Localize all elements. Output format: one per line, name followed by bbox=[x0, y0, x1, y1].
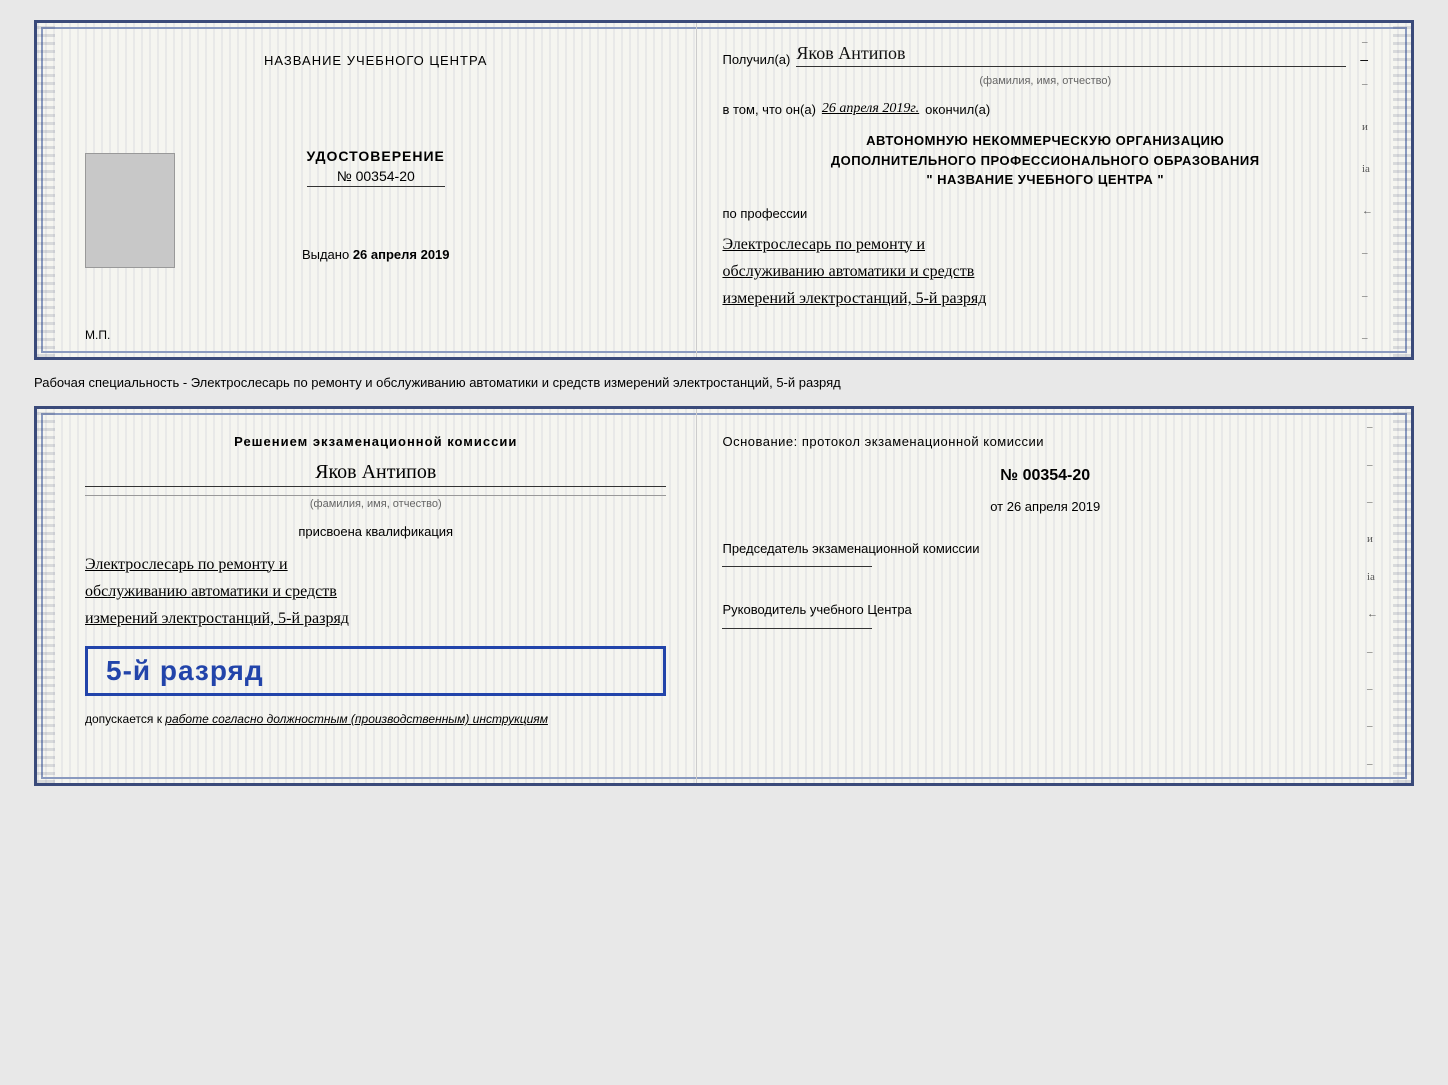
btick-9: – bbox=[1367, 720, 1378, 732]
qualification-text: Электрослесарь по ремонту и обслуживанию… bbox=[85, 551, 666, 633]
udost-label: УДОСТОВЕРЕНИЕ bbox=[307, 148, 445, 164]
btick-2: – bbox=[1367, 459, 1378, 471]
rukovoditel-signature-line bbox=[722, 628, 872, 629]
po-professii-label: по профессии bbox=[722, 206, 1368, 221]
predsedatel-block: Председатель экзаменационной комиссии bbox=[722, 539, 1368, 576]
left-hatch bbox=[37, 23, 55, 357]
left-hatch-bottom bbox=[37, 409, 55, 783]
btick-10: – bbox=[1367, 758, 1378, 770]
tick-6: – bbox=[1362, 247, 1373, 259]
photo-placeholder bbox=[85, 153, 175, 268]
vtom-line: в том, что он(а) 26 апреля 2019г. окончи… bbox=[722, 101, 1368, 117]
dopuskaetsya-prefix: допускается к bbox=[85, 712, 162, 726]
cert-number-top: № 00354-20 bbox=[307, 168, 445, 187]
issued-line: Выдано 26 апреля 2019 bbox=[302, 247, 450, 262]
prisvoyena-label: присвоена квалификация bbox=[85, 524, 666, 539]
btick-3: – bbox=[1367, 496, 1378, 508]
razryad-badge: 5-й разряд bbox=[85, 646, 666, 696]
fio-sub-bottom: (фамилия, имя, отчество) bbox=[85, 495, 666, 510]
btick-1: – bbox=[1367, 421, 1378, 433]
predsedatel-signature-line bbox=[722, 566, 872, 567]
btick-6: ← bbox=[1367, 608, 1378, 620]
middle-text: Рабочая специальность - Электрослесарь п… bbox=[34, 368, 1414, 398]
right-hatch-top bbox=[1393, 23, 1411, 357]
dopuskaetsya-italic: работе согласно должностным (производств… bbox=[165, 712, 548, 726]
vtom-prefix: в том, что он(а) bbox=[722, 102, 815, 117]
org-block: АВТОНОМНУЮ НЕКОММЕРЧЕСКУЮ ОРГАНИЗАЦИЮ ДО… bbox=[722, 131, 1368, 190]
tick-2: – bbox=[1362, 78, 1373, 90]
ot-date: 26 апреля 2019 bbox=[1007, 499, 1101, 514]
cert-top-left: НАЗВАНИЕ УЧЕБНОГО ЦЕНТРА УДОСТОВЕРЕНИЕ №… bbox=[55, 23, 697, 357]
udost-block: УДОСТОВЕРЕНИЕ № 00354-20 bbox=[307, 148, 445, 187]
cert-bottom: Решением экзаменационной комиссии Яков А… bbox=[34, 406, 1414, 786]
tick-7: – bbox=[1362, 290, 1373, 302]
recipient-name-top: Яков Антипов bbox=[796, 43, 1346, 67]
poluchil-label: Получил(а) bbox=[722, 52, 790, 67]
tick-8: – bbox=[1362, 332, 1373, 344]
btick-7: – bbox=[1367, 646, 1378, 658]
yakov-name-bottom: Яков Антипов bbox=[85, 461, 666, 487]
poluchil-sub: (фамилия, имя, отчество) bbox=[722, 75, 1368, 87]
rukovoditel-block: Руководитель учебного Центра bbox=[722, 600, 1368, 637]
document-container: НАЗВАНИЕ УЧЕБНОГО ЦЕНТРА УДОСТОВЕРЕНИЕ №… bbox=[34, 20, 1414, 786]
org-line3: " НАЗВАНИЕ УЧЕБНОГО ЦЕНТРА " bbox=[722, 170, 1368, 190]
issued-prefix: Выдано bbox=[302, 247, 349, 262]
cert-top: НАЗВАНИЕ УЧЕБНОГО ЦЕНТРА УДОСТОВЕРЕНИЕ №… bbox=[34, 20, 1414, 360]
cert-bottom-left: Решением экзаменационной комиссии Яков А… bbox=[55, 409, 697, 783]
ot-line: от 26 апреля 2019 bbox=[722, 499, 1368, 514]
predsedatel-label: Председатель экзаменационной комиссии bbox=[722, 539, 1368, 559]
tick-1: – bbox=[1362, 36, 1373, 48]
mp-label: М.П. bbox=[85, 328, 110, 342]
vtom-date: 26 апреля 2019г. bbox=[822, 101, 919, 117]
osnovanie-line: Основание: протокол экзаменационной коми… bbox=[722, 434, 1368, 449]
cert-bottom-right: Основание: протокол экзаменационной коми… bbox=[697, 409, 1393, 783]
tick-3: и bbox=[1362, 121, 1373, 133]
resheniem-line: Решением экзаменационной комиссии bbox=[85, 434, 666, 449]
right-margin-ticks-bottom: – – – и іа ← – – – – bbox=[1367, 409, 1378, 783]
poluchil-line: Получил(а) Яков Антипов – bbox=[722, 43, 1368, 67]
org-line1: АВТОНОМНУЮ НЕКОММЕРЧЕСКУЮ ОРГАНИЗАЦИЮ bbox=[722, 131, 1368, 151]
issued-date: 26 апреля 2019 bbox=[353, 247, 450, 262]
tick-5: ← bbox=[1362, 205, 1373, 217]
ot-prefix: от bbox=[990, 499, 1003, 514]
btick-5: іа bbox=[1367, 571, 1378, 583]
right-hatch-bottom bbox=[1393, 409, 1411, 783]
profession-top: Электрослесарь по ремонту и обслуживанию… bbox=[722, 231, 1368, 313]
btick-8: – bbox=[1367, 683, 1378, 695]
cert-top-right: Получил(а) Яков Антипов – (фамилия, имя,… bbox=[697, 23, 1393, 357]
cert-number-bottom: № 00354-20 bbox=[722, 467, 1368, 485]
rukovoditel-label: Руководитель учебного Центра bbox=[722, 600, 1368, 620]
dopuskaetsya-line: допускается к работе согласно должностны… bbox=[85, 712, 666, 726]
right-margin-ticks: – – и іа ← – – – bbox=[1362, 23, 1373, 357]
okonchil-label: окончил(а) bbox=[925, 102, 990, 117]
cert-left-title: НАЗВАНИЕ УЧЕБНОГО ЦЕНТРА bbox=[264, 53, 487, 68]
tick-4: іа bbox=[1362, 163, 1373, 175]
btick-4: и bbox=[1367, 533, 1378, 545]
org-line2: ДОПОЛНИТЕЛЬНОГО ПРОФЕССИОНАЛЬНОГО ОБРАЗО… bbox=[722, 151, 1368, 171]
